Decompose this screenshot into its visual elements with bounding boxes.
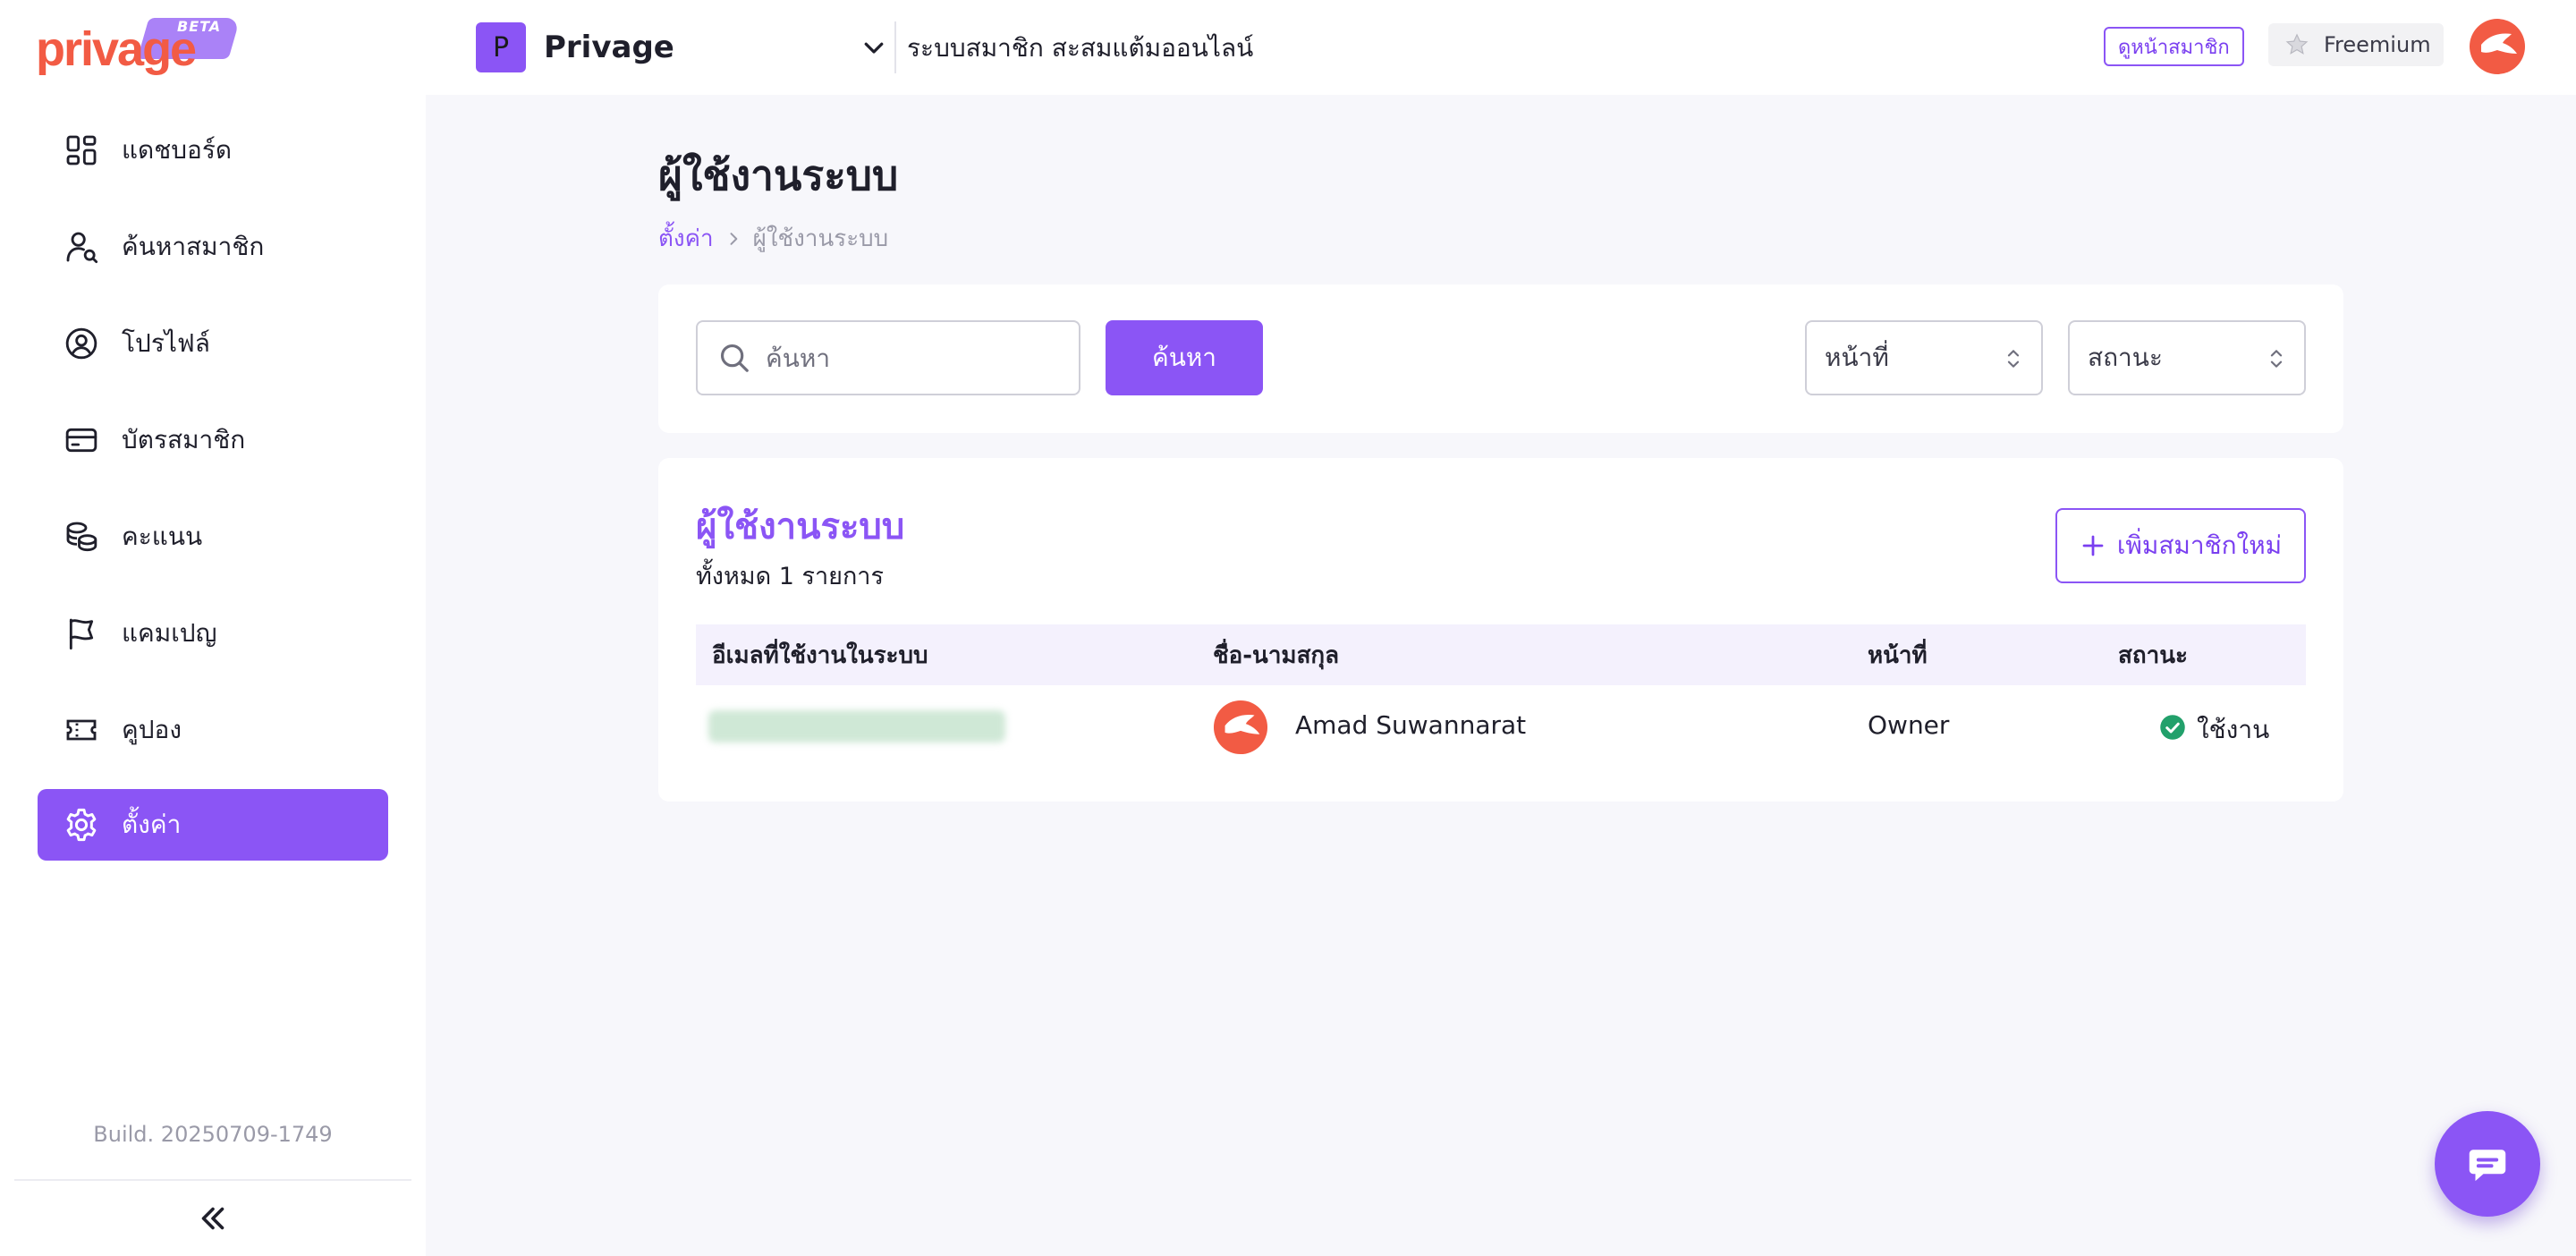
status-select[interactable]: สถานะ xyxy=(2068,320,2306,395)
user-role: Owner xyxy=(1868,710,1950,740)
sidebar-item-label: โปรไฟล์ xyxy=(122,328,210,358)
plan-badge[interactable]: Freemium xyxy=(2268,23,2444,66)
user-search-icon xyxy=(61,226,102,267)
column-header-role: หน้าที่ xyxy=(1868,641,1928,669)
double-chevron-left-icon xyxy=(201,1207,225,1230)
check-circle-icon xyxy=(2160,715,2185,740)
system-title: ระบบสมาชิก สะสมแต้มออนไลน์ xyxy=(907,33,1254,63)
dashboard-icon xyxy=(61,130,102,171)
sidebar-item-coupon[interactable]: คูปอง xyxy=(38,694,388,766)
user-name: Amad Suwannarat xyxy=(1295,710,1527,740)
ticket-icon xyxy=(61,709,102,751)
email-redacted xyxy=(708,710,1005,743)
coins-icon xyxy=(61,516,102,557)
project-selector[interactable]: P Privage xyxy=(476,21,887,73)
gear-icon xyxy=(61,804,102,845)
user-avatar-menu[interactable] xyxy=(2469,18,2526,75)
sort-arrows-icon xyxy=(2007,350,2020,368)
sidebar-item-settings[interactable]: ตั้งค่า xyxy=(38,789,388,861)
table-count: ทั้งหมด 1 รายการ xyxy=(696,563,884,590)
build-version: Build. 20250709-1749 xyxy=(93,1122,333,1147)
page-title: ผู้ใช้งานระบบ xyxy=(658,151,899,199)
privage-logo[interactable]: BETA privage xyxy=(36,18,241,76)
sidebar-item-dashboard[interactable]: แดชบอร์ด xyxy=(38,115,388,186)
table-row[interactable]: Amad Suwannarat Owner ใช้งาน xyxy=(696,687,2306,766)
chevron-down-icon xyxy=(864,42,884,54)
profile-icon xyxy=(61,323,102,364)
sidebar-item-label: คูปอง xyxy=(122,715,182,744)
breadcrumb-current: ผู้ใช้งานระบบ xyxy=(752,225,889,252)
status-select-value: สถานะ xyxy=(2088,343,2163,372)
card-icon xyxy=(61,420,102,461)
topbar-divider xyxy=(894,21,896,73)
sidebar-item-label: แคมเปญ xyxy=(122,618,217,648)
logo-text: privage xyxy=(36,22,197,76)
role-select[interactable]: หน้าที่ xyxy=(1805,320,2043,395)
search-icon xyxy=(720,344,749,372)
plan-label: Freemium xyxy=(2324,32,2431,57)
column-header-email: อีเมลที่ใช้งานในระบบ xyxy=(712,641,928,669)
project-name: Privage xyxy=(544,30,674,65)
sidebar-item-label: คะแนน xyxy=(122,522,203,551)
sidebar-item-member-search[interactable]: ค้นหาสมาชิก xyxy=(38,211,388,283)
role-select-value: หน้าที่ xyxy=(1825,343,1889,372)
filter-card: ค้นหา หน้าที่ สถานะ xyxy=(658,284,2343,433)
avatar xyxy=(1213,700,1268,755)
breadcrumb-settings-link[interactable]: ตั้งค่า xyxy=(658,220,714,257)
sidebar-item-member-card[interactable]: บัตรสมาชิก xyxy=(38,404,388,476)
column-header-name: ชื่อ-นามสกุล xyxy=(1213,641,1340,669)
plus-icon xyxy=(2082,535,2104,556)
column-header-status: สถานะ xyxy=(2118,641,2188,669)
add-member-label: เพิ่มสมาชิกใหม่ xyxy=(2116,530,2283,560)
sort-arrows-icon xyxy=(2270,350,2283,368)
flag-icon xyxy=(61,613,102,654)
sidebar: แดชบอร์ด ค้นหาสมาชิก โปรไฟล์ บัตรสมาชิก xyxy=(0,95,426,1256)
sidebar-item-label: แดชบอร์ด xyxy=(122,135,233,165)
search-field[interactable] xyxy=(696,320,1080,395)
search-input[interactable] xyxy=(766,343,1052,373)
add-member-button[interactable]: เพิ่มสมาชิกใหม่ xyxy=(2055,508,2306,583)
sidebar-item-label: ค้นหาสมาชิก xyxy=(122,232,265,261)
collapse-sidebar-button[interactable] xyxy=(191,1197,234,1240)
star-icon xyxy=(2285,33,2309,55)
user-status: ใช้งาน xyxy=(2197,715,2270,744)
chevron-right-icon xyxy=(730,232,737,245)
search-button[interactable]: ค้นหา xyxy=(1106,320,1263,395)
sidebar-item-label: ตั้งค่า xyxy=(122,810,182,839)
users-table-card: ผู้ใช้งานระบบ ทั้งหมด 1 รายการ เพิ่มสมาช… xyxy=(658,458,2343,802)
sidebar-item-profile[interactable]: โปรไฟล์ xyxy=(38,308,388,379)
sidebar-divider xyxy=(14,1179,411,1181)
sidebar-item-label: บัตรสมาชิก xyxy=(122,425,246,454)
table-title: ผู้ใช้งานระบบ xyxy=(696,506,905,547)
breadcrumb: ตั้งค่า ผู้ใช้งานระบบ xyxy=(658,220,888,257)
project-avatar: P xyxy=(476,22,526,72)
chat-button[interactable] xyxy=(2435,1111,2540,1217)
chat-icon xyxy=(2469,1150,2506,1182)
sidebar-item-points[interactable]: คะแนน xyxy=(38,501,388,573)
sidebar-item-campaign[interactable]: แคมเปญ xyxy=(38,598,388,669)
view-member-page-button[interactable]: ดูหน้าสมาชิก xyxy=(2104,27,2244,66)
top-bar: BETA privage P Privage ระบบสมาชิก สะสมแต… xyxy=(0,0,2576,95)
table-header: อีเมลที่ใช้งานในระบบ ชื่อ-นามสกุล หน้าที… xyxy=(696,624,2306,685)
